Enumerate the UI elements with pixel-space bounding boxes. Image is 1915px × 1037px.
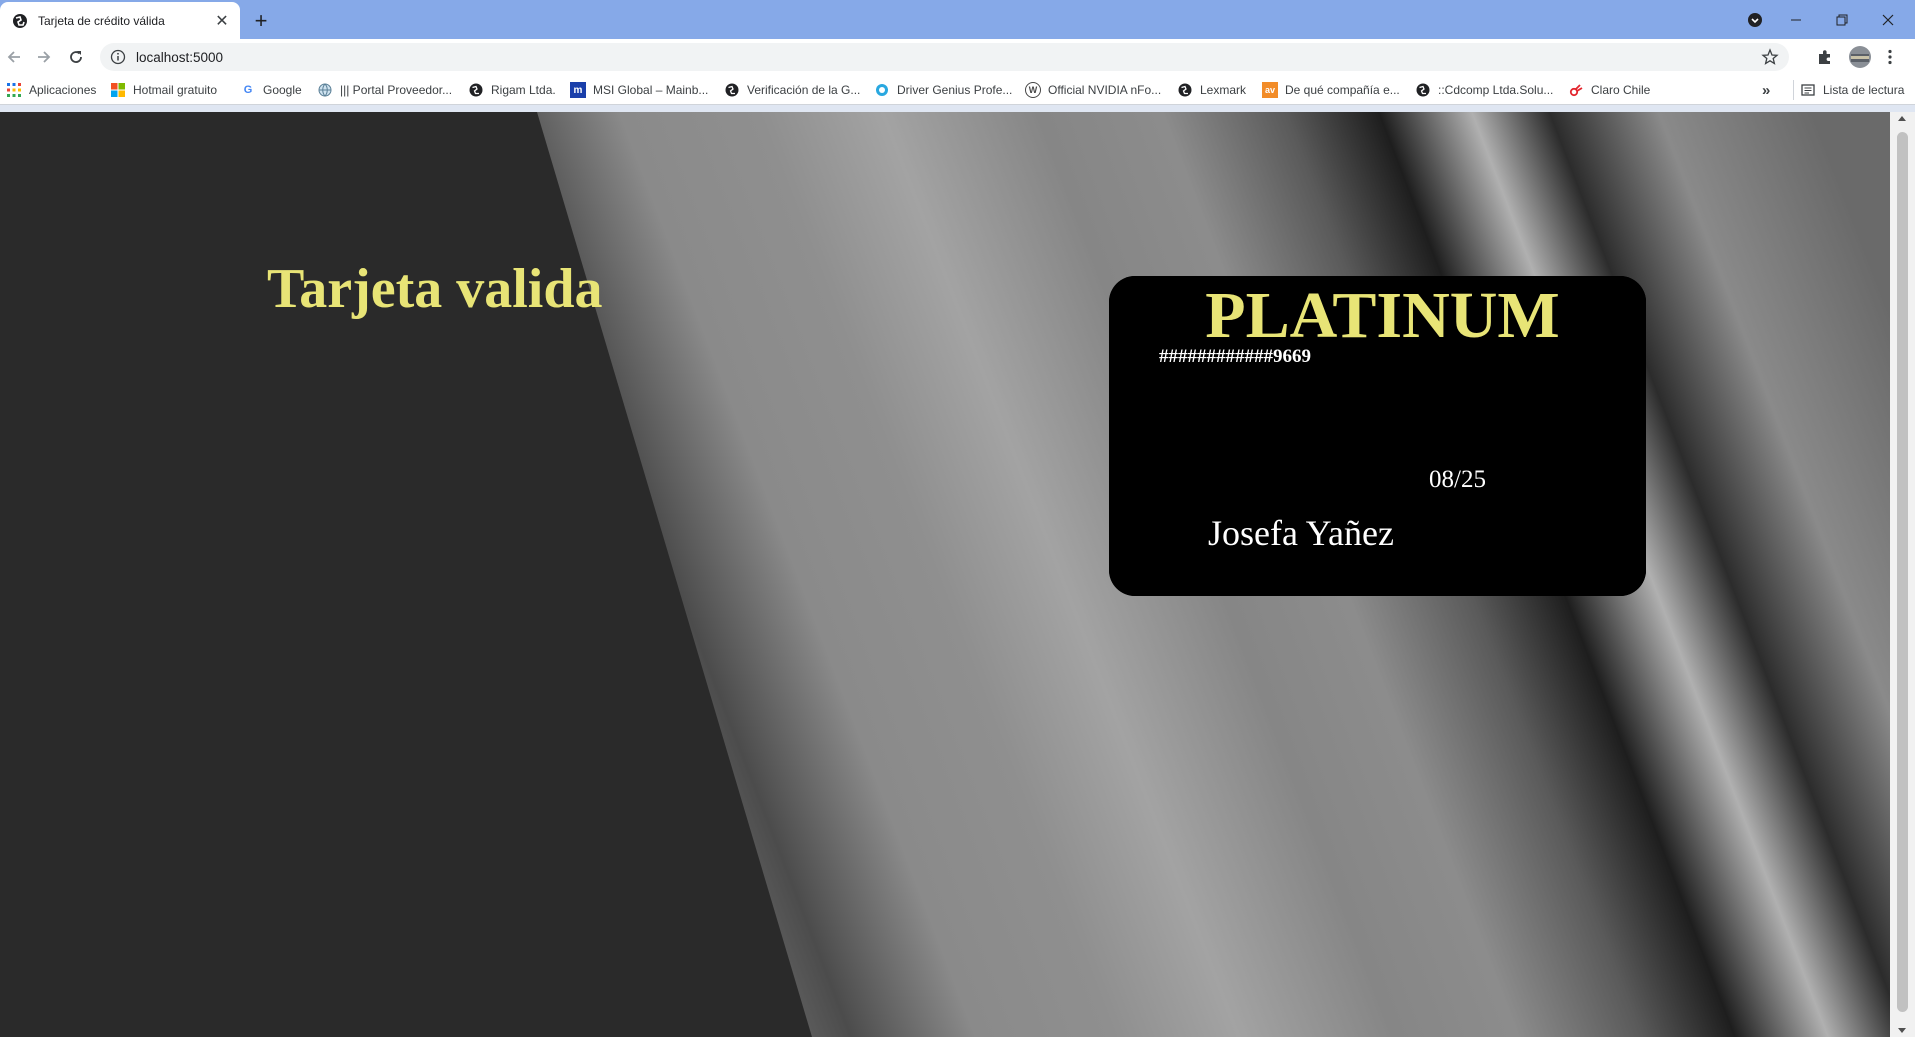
menu-kebab-icon[interactable] bbox=[1878, 45, 1902, 69]
bookmark-driver-genius[interactable]: Driver Genius Profe... bbox=[874, 80, 1012, 100]
bookmark-label: Verificación de la G... bbox=[747, 83, 861, 97]
msi-icon: m bbox=[570, 82, 586, 98]
driver-genius-icon bbox=[874, 82, 890, 98]
bookmark-de-que-compania[interactable]: av De qué compañía e... bbox=[1262, 80, 1400, 100]
bookmark-label: Hotmail gratuito bbox=[133, 83, 218, 97]
bookmark-label: Lexmark bbox=[1200, 83, 1247, 97]
bookmark-msi-global[interactable]: m MSI Global – Mainb... bbox=[570, 80, 708, 100]
bookmark-label: ::Cdcomp Ltda.Solu... bbox=[1438, 83, 1554, 97]
site-icon bbox=[1415, 82, 1431, 98]
profile-avatar[interactable] bbox=[1846, 45, 1874, 69]
browser-toolbar: localhost:5000 bbox=[0, 39, 1915, 75]
globe-icon bbox=[317, 82, 333, 98]
page-scrollbar[interactable] bbox=[1890, 112, 1915, 1037]
bookmarks-overflow-button[interactable]: » bbox=[1762, 80, 1770, 100]
bookmark-label: Aplicaciones bbox=[29, 83, 97, 97]
card-holder-name: Josefa Yañez bbox=[1208, 513, 1394, 553]
bookmark-rigam[interactable]: Rigam Ltda. bbox=[468, 80, 556, 100]
bookmark-cdcomp[interactable]: ::Cdcomp Ltda.Solu... bbox=[1415, 80, 1553, 100]
address-bar[interactable]: localhost:5000 bbox=[100, 43, 1789, 71]
back-icon[interactable] bbox=[2, 45, 26, 69]
tab-strip: Tarjeta de crédito válida ✕ + bbox=[0, 0, 1915, 39]
bookmark-nvidia[interactable]: W Official NVIDIA nFo... bbox=[1025, 80, 1161, 100]
tab-close-icon[interactable]: ✕ bbox=[212, 11, 232, 31]
card-brand: PLATINUM bbox=[1205, 279, 1560, 352]
bookmark-google[interactable]: G Google bbox=[240, 80, 302, 100]
bookmark-verificacion[interactable]: Verificación de la G... bbox=[724, 80, 860, 100]
site-info-icon[interactable] bbox=[110, 49, 126, 65]
bookmark-label: Google bbox=[263, 83, 302, 97]
bookmark-star-icon[interactable] bbox=[1761, 48, 1779, 66]
close-window-icon[interactable] bbox=[1868, 0, 1908, 39]
scrollbar-thumb[interactable] bbox=[1897, 132, 1908, 1012]
browser-tab[interactable]: Tarjeta de crédito válida ✕ bbox=[0, 2, 240, 39]
google-icon: G bbox=[243, 84, 253, 96]
bookmark-aplicaciones[interactable]: Aplicaciones bbox=[6, 80, 96, 100]
page-title: Tarjeta valida bbox=[267, 258, 603, 320]
url-text: localhost:5000 bbox=[136, 49, 224, 65]
bookmark-label: MSI Global – Mainb... bbox=[593, 83, 709, 97]
scroll-down-arrow-icon[interactable] bbox=[1898, 1028, 1906, 1033]
site-icon bbox=[468, 82, 484, 98]
reading-list-label: Lista de lectura bbox=[1823, 83, 1905, 97]
bookmark-label: Claro Chile bbox=[1591, 83, 1651, 97]
claro-icon bbox=[1568, 82, 1584, 98]
reading-list-icon bbox=[1800, 82, 1816, 98]
site-icon bbox=[724, 82, 740, 98]
apps-grid-icon bbox=[6, 82, 22, 98]
bookmark-claro-chile[interactable]: Claro Chile bbox=[1568, 80, 1650, 100]
site-icon bbox=[1177, 82, 1193, 98]
page-globe-icon bbox=[12, 13, 28, 29]
bookmark-label: Rigam Ltda. bbox=[491, 83, 556, 97]
card-expiry: 08/25 bbox=[1429, 466, 1486, 493]
reload-icon[interactable] bbox=[64, 45, 88, 69]
tab-search-icon[interactable] bbox=[1740, 0, 1770, 39]
extensions-icon[interactable] bbox=[1813, 45, 1837, 69]
bookmark-label: De qué compañía e... bbox=[1285, 83, 1400, 97]
bookmark-label: Driver Genius Profe... bbox=[897, 83, 1013, 97]
new-tab-button[interactable]: + bbox=[248, 8, 274, 34]
bookmark-lexmark[interactable]: Lexmark bbox=[1177, 80, 1246, 100]
bookmark-hotmail[interactable]: Hotmail gratuito bbox=[110, 80, 217, 100]
card-number: ############9669 bbox=[1159, 346, 1311, 367]
bookmark-label: ||| Portal Proveedor... bbox=[340, 83, 453, 97]
forward-icon[interactable] bbox=[32, 45, 56, 69]
page-viewport: Tarjeta valida PLATINUM ############9669… bbox=[0, 112, 1890, 1037]
scroll-up-arrow-icon[interactable] bbox=[1898, 116, 1906, 121]
microsoft-icon bbox=[110, 82, 126, 98]
tab-title: Tarjeta de crédito válida bbox=[38, 13, 165, 28]
bookmarks-bar: Aplicaciones Hotmail gratuito G Google |… bbox=[0, 75, 1915, 105]
minimize-icon[interactable] bbox=[1776, 0, 1816, 39]
wordpress-icon: W bbox=[1025, 82, 1041, 98]
bookmark-portal-proveedor[interactable]: ||| Portal Proveedor... bbox=[317, 80, 452, 100]
av-icon: av bbox=[1262, 82, 1278, 98]
reading-list-button[interactable]: Lista de lectura bbox=[1793, 80, 1904, 100]
restore-icon[interactable] bbox=[1822, 0, 1862, 39]
bookmark-label: Official NVIDIA nFo... bbox=[1048, 83, 1162, 97]
credit-card: PLATINUM ############9669 08/25 Josefa Y… bbox=[1109, 276, 1646, 596]
